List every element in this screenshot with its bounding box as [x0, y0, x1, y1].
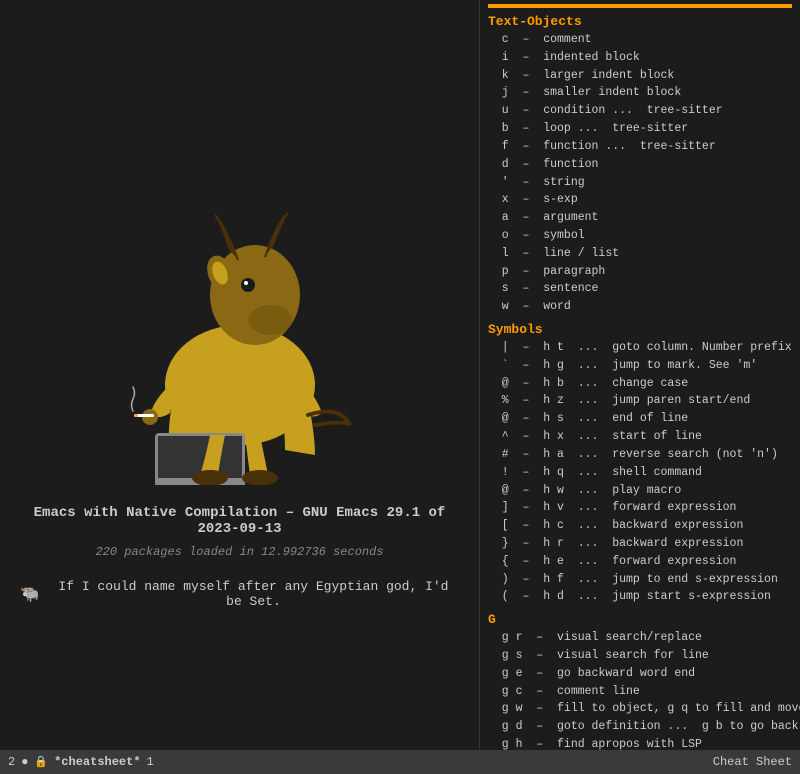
gnu-mascot [100, 165, 380, 485]
list-item: ( – h d ... jump start s-expression [488, 588, 792, 606]
list-item: l – line / list [488, 245, 792, 263]
top-accent-bar [488, 4, 792, 8]
emacs-title: Emacs with Native Compilation – GNU Emac… [20, 505, 459, 537]
section-title-symbols: Symbols [488, 322, 792, 337]
list-item: u – condition ... tree-sitter [488, 102, 792, 120]
list-item: p – paragraph [488, 263, 792, 281]
packages-loaded: 220 packages loaded in 12.992736 seconds [95, 545, 383, 559]
bar-num2: 1 [147, 755, 154, 769]
list-item: b – loop ... tree-sitter [488, 120, 792, 138]
list-item: j – smaller indent block [488, 84, 792, 102]
list-item: { – h e ... forward expression [488, 553, 792, 571]
list-item: k – larger indent block [488, 67, 792, 85]
list-item: ) – h f ... jump to end s-expression [488, 571, 792, 589]
list-item: s – sentence [488, 280, 792, 298]
list-item: ^ – h x ... start of line [488, 428, 792, 446]
list-item: f – function ... tree-sitter [488, 138, 792, 156]
left-panel: Emacs with Native Compilation – GNU Emac… [0, 0, 480, 774]
list-item: } – h r ... backward expression [488, 535, 792, 553]
list-item: ! – h q ... shell command [488, 464, 792, 482]
list-item: | – h t ... goto column. Number prefix [488, 339, 792, 357]
bar-lock-icon: 🔒 [34, 755, 48, 769]
status-bar: 2 ● 🔒 *cheatsheet* 1 Cheat Sheet [0, 750, 800, 774]
list-item: @ – h b ... change case [488, 375, 792, 393]
gnu-face-icon: 🐃 [20, 584, 40, 604]
list-item: ] – h v ... forward expression [488, 499, 792, 517]
list-item: d – function [488, 156, 792, 174]
list-item: g e – go backward word end [488, 665, 792, 683]
list-item: [ – h c ... backward expression [488, 517, 792, 535]
right-panel[interactable]: Text-Objects c – comment i – indented bl… [480, 0, 800, 774]
list-item: g s – visual search for line [488, 647, 792, 665]
list-item: w – word [488, 298, 792, 316]
list-item: x – s-exp [488, 191, 792, 209]
list-item: o – symbol [488, 227, 792, 245]
list-item: g d – goto definition ... g b to go back [488, 718, 792, 736]
list-item: # – h a ... reverse search (not 'n') [488, 446, 792, 464]
section-title-g: G [488, 612, 792, 627]
bar-dot-icon: ● [21, 755, 28, 769]
list-item: g w – fill to object, g q to fill and mo… [488, 700, 792, 718]
list-item: @ – h w ... play macro [488, 482, 792, 500]
list-item: c – comment [488, 31, 792, 49]
list-item: ' – string [488, 174, 792, 192]
list-item: % – h z ... jump paren start/end [488, 392, 792, 410]
bar-filename: *cheatsheet* [54, 755, 140, 769]
list-item: ` – h g ... jump to mark. See 'm' [488, 357, 792, 375]
quote-text: If I could name myself after any Egyptia… [48, 579, 459, 609]
list-item: g c – comment line [488, 683, 792, 701]
section-title-textobjects: Text-Objects [488, 14, 792, 29]
list-item: a – argument [488, 209, 792, 227]
list-item: g r – visual search/replace [488, 629, 792, 647]
quote-line: 🐃 If I could name myself after any Egypt… [20, 579, 459, 609]
bar-num: 2 [8, 755, 15, 769]
bar-right-label: Cheat Sheet [713, 755, 792, 769]
list-item: i – indented block [488, 49, 792, 67]
list-item: @ – h s ... end of line [488, 410, 792, 428]
